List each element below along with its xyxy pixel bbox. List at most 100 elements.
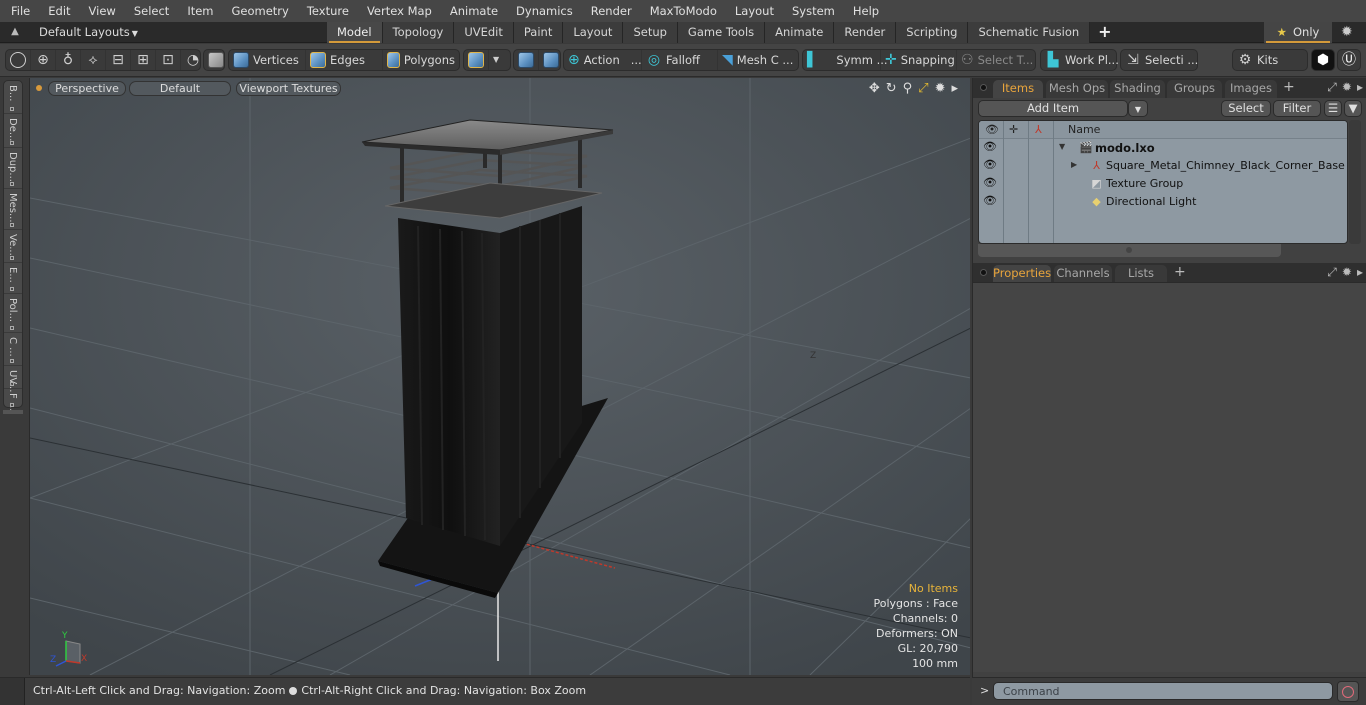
action-center-button[interactable]: ⊕ Action ... xyxy=(564,50,642,70)
edges-button[interactable]: Edges xyxy=(306,50,383,70)
add-panel-tab-button[interactable]: + xyxy=(1174,264,1186,280)
select-ring-button[interactable]: ◔ xyxy=(181,50,205,70)
panel-menu-dot[interactable] xyxy=(980,84,987,91)
side-tab-polygon[interactable]: Pol... xyxy=(4,294,22,333)
side-strip-resize-handle[interactable] xyxy=(3,410,23,414)
panel-arrow-icon[interactable]: ▸ xyxy=(1357,80,1363,95)
falloff-button[interactable]: ◎ Falloff xyxy=(642,50,718,70)
side-tab-uv[interactable]: UV... xyxy=(4,366,22,392)
side-tab-curve[interactable]: C ... xyxy=(4,333,22,366)
side-tab-vertex[interactable]: Ve... xyxy=(4,230,22,263)
tree-row[interactable]: 👁 ◩ Texture Group xyxy=(979,175,1347,193)
menu-render[interactable]: Render xyxy=(582,0,641,22)
record-macro-button[interactable] xyxy=(1337,681,1359,702)
side-tab-edge[interactable]: E... xyxy=(4,263,22,294)
shading-mode-dropdown[interactable]: Default xyxy=(129,81,231,96)
select-lasso-button[interactable]: ♁ xyxy=(56,50,81,70)
lock-header-icon[interactable]: ✛ xyxy=(1009,123,1018,136)
viewport-menu-dot[interactable] xyxy=(36,85,42,91)
gear-icon[interactable]: ✹ xyxy=(1341,24,1353,40)
select-circle-button[interactable] xyxy=(6,50,31,70)
tab-properties[interactable]: Properties xyxy=(993,265,1051,283)
material-mode-dropdown[interactable]: ▼ xyxy=(489,50,503,70)
tab-shading[interactable]: Shading xyxy=(1110,80,1165,98)
expand-panel-icon[interactable]: ⤢ xyxy=(1327,265,1337,280)
tab-model[interactable]: Model xyxy=(327,22,383,43)
menu-item[interactable]: Item xyxy=(178,0,222,22)
default-layouts-dropdown[interactable]: Default Layouts ▼ xyxy=(39,22,138,44)
select-element-button[interactable]: ⊟ xyxy=(106,50,131,70)
tab-topology[interactable]: Topology xyxy=(382,22,455,43)
tab-setup[interactable]: Setup xyxy=(623,22,678,43)
visibility-eye-icon[interactable]: 👁 xyxy=(983,141,997,153)
command-input[interactable] xyxy=(993,682,1333,700)
mesh-constraint-button[interactable]: ◥ Mesh C ... xyxy=(718,50,796,70)
select-through-button[interactable]: ⚇ Select T... xyxy=(957,50,1035,70)
vertices-button[interactable]: Vertices xyxy=(229,50,306,70)
add-item-dropdown[interactable]: ▼ xyxy=(1128,100,1148,117)
material-mode-button[interactable] xyxy=(464,50,489,70)
select-connected-button[interactable]: ⊞ xyxy=(131,50,156,70)
tree-row[interactable]: 👁 ▼ 🎬 modo.lxo xyxy=(979,139,1347,157)
pan-icon[interactable]: ✥ xyxy=(869,81,880,96)
tab-animate[interactable]: Animate xyxy=(765,22,835,43)
tab-game-tools[interactable]: Game Tools xyxy=(677,22,766,43)
select-globe-button[interactable]: ⊕ xyxy=(31,50,56,70)
tab-groups[interactable]: Groups xyxy=(1167,80,1222,98)
name-column-header[interactable]: Name xyxy=(1068,123,1100,136)
menu-layout[interactable]: Layout xyxy=(726,0,783,22)
tree-vertical-scrollbar[interactable] xyxy=(1349,120,1361,244)
menu-dynamics[interactable]: Dynamics xyxy=(507,0,582,22)
kits-button[interactable]: ⚙ Kits xyxy=(1233,50,1282,70)
only-button[interactable]: ★ Only xyxy=(1264,22,1332,43)
zoom-icon[interactable]: ⚲ xyxy=(903,81,913,96)
tab-render[interactable]: Render xyxy=(834,22,897,43)
pivot-button[interactable] xyxy=(539,50,563,70)
panel-menu-dot[interactable] xyxy=(980,269,987,276)
menu-system[interactable]: System xyxy=(783,0,844,22)
menu-maxtomodo[interactable]: MaxToModo xyxy=(641,0,726,22)
viewport-textures-dropdown[interactable]: Viewport Textures xyxy=(236,81,341,96)
tab-items[interactable]: Items xyxy=(993,80,1043,98)
play-arrow-icon[interactable]: ▸ xyxy=(951,81,958,96)
filter-button[interactable]: Filter xyxy=(1273,100,1321,117)
3d-viewport[interactable]: Z Y X Z Perspective Default Viewport Tex… xyxy=(29,78,970,675)
funnel-filter-button[interactable]: ▼ xyxy=(1344,100,1362,117)
rotate-icon[interactable]: ↻ xyxy=(886,81,897,96)
menu-file[interactable]: File xyxy=(0,0,39,22)
tab-paint[interactable]: Paint xyxy=(513,22,564,43)
visibility-eye-icon[interactable]: 👁 xyxy=(983,177,997,189)
view-mode-dropdown[interactable]: Perspective xyxy=(48,81,126,96)
viewport-gear-icon[interactable]: ✹ xyxy=(935,81,946,96)
menu-animate[interactable]: Animate xyxy=(441,0,507,22)
expand-panel-icon[interactable]: ⤢ xyxy=(1327,80,1337,95)
expand-triangle-icon[interactable]: ▼ xyxy=(1059,142,1065,151)
symmetry-button[interactable]: ▌ Symm ... xyxy=(803,50,888,70)
tab-mesh-ops[interactable]: Mesh Ops xyxy=(1046,80,1108,98)
tab-lists[interactable]: Lists xyxy=(1115,265,1167,283)
collapsed-triangle-icon[interactable]: ▶ xyxy=(1071,160,1077,169)
center-button[interactable] xyxy=(514,50,539,70)
menu-help[interactable]: Help xyxy=(844,0,888,22)
add-panel-tab-button[interactable]: + xyxy=(1283,79,1295,95)
modo-cube-button[interactable]: ⬢ xyxy=(1311,49,1335,71)
add-item-button[interactable]: Add Item xyxy=(978,100,1128,117)
visibility-header-eye-icon[interactable]: 👁 xyxy=(985,123,999,136)
selection-sets-button[interactable]: ⇲ Selecti ... xyxy=(1121,50,1202,70)
tab-layout[interactable]: Layout xyxy=(563,22,624,43)
side-tab-duplicate[interactable]: Dup... xyxy=(4,148,22,189)
visibility-eye-icon[interactable]: 👁 xyxy=(983,159,997,171)
side-tab-basic[interactable]: B... xyxy=(4,81,22,114)
snapping-button[interactable]: ✛ Snapping xyxy=(881,50,957,70)
tab-uvedit[interactable]: UVEdit xyxy=(454,22,514,43)
menu-vertex-map[interactable]: Vertex Map xyxy=(358,0,441,22)
work-plane-button[interactable]: ▙ Work Pl... xyxy=(1041,50,1123,70)
unreal-button[interactable]: Ⓤ xyxy=(1337,49,1361,71)
select-loop-button[interactable]: ⊡ xyxy=(156,50,181,70)
add-tab-button[interactable]: + xyxy=(1090,22,1119,43)
tree-row[interactable]: 👁 ▶ ⅄ Square_Metal_Chimney_Black_Corner_… xyxy=(979,157,1347,175)
panel-gear-icon[interactable]: ✹ xyxy=(1342,80,1352,95)
side-tab-mesh-edit[interactable]: Mes... xyxy=(4,189,22,230)
menu-edit[interactable]: Edit xyxy=(39,0,79,22)
select-button[interactable]: Select xyxy=(1221,100,1271,117)
